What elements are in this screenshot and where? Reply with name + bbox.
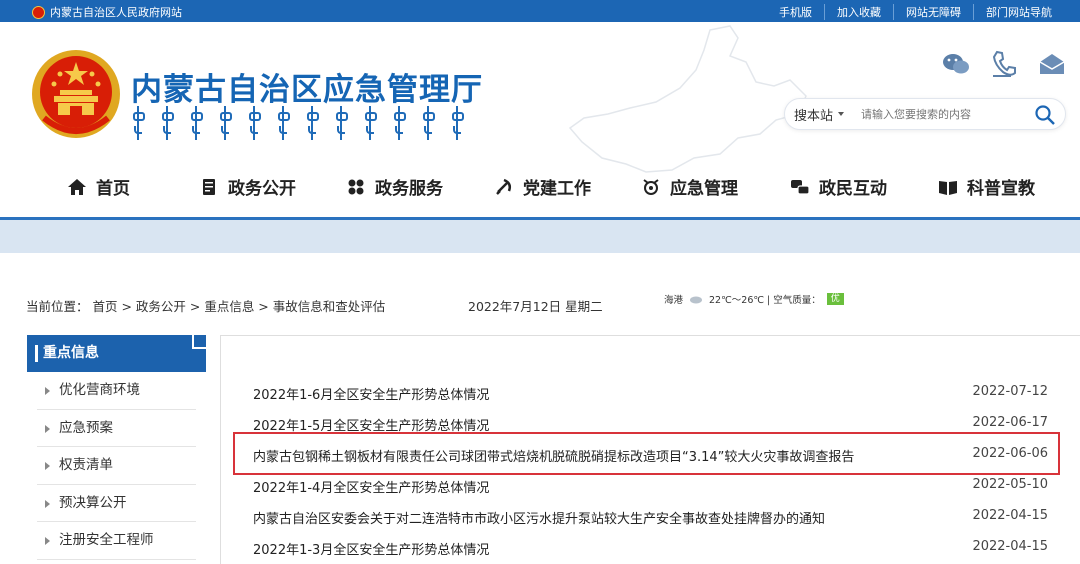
- air-quality-badge: 优: [826, 293, 844, 305]
- interaction-icon: [791, 179, 810, 195]
- mail-icon[interactable]: [1036, 48, 1068, 80]
- party-icon: [496, 178, 512, 195]
- article-title[interactable]: 2022年1-6月全区安全生产形势总体情况: [253, 384, 489, 403]
- list-item[interactable]: 2022年1-4月全区安全生产形势总体情况 2022-05-10: [253, 473, 1048, 497]
- chevron-down-icon: [838, 112, 845, 116]
- article-date: 2022-06-17: [972, 415, 1048, 430]
- search-icon[interactable]: [1034, 104, 1056, 126]
- nav-item-home[interactable]: 首页: [67, 174, 130, 199]
- header-tool-icons: [940, 48, 1068, 80]
- article-date: 2022-07-12: [972, 384, 1048, 399]
- nav-item-public-interaction[interactable]: 政民互动: [790, 174, 887, 199]
- accessibility-link[interactable]: 网站无障碍: [893, 4, 973, 20]
- wechat-icon[interactable]: [940, 48, 972, 80]
- sidebar-item-label: 权责清单: [59, 457, 113, 473]
- article-title[interactable]: 2022年1-4月全区安全生产形势总体情况: [253, 477, 489, 496]
- sidebar: 重点信息 优化营商环境 应急预案 权责清单 预决算公开 注册安全工程师: [27, 335, 206, 564]
- location-bar: 当前位置： 首页 > 政务公开 > 重点信息 > 事故信息和查处评估 2022年…: [26, 293, 1076, 315]
- chevron-right-icon: [45, 537, 50, 545]
- search-input[interactable]: [861, 107, 1021, 121]
- nav-item-label: 党建工作: [523, 179, 591, 199]
- national-emblem: [32, 50, 120, 138]
- nav-item-emergency-mgmt[interactable]: 应急管理: [641, 174, 738, 199]
- chevron-right-icon: [45, 462, 50, 470]
- national-emblem-icon: [32, 5, 45, 19]
- nav-item-label: 政务公开: [228, 179, 296, 199]
- sidebar-item-label: 应急预案: [59, 419, 113, 436]
- sidebar-item-safety-engineer[interactable]: 注册安全工程师: [37, 522, 196, 560]
- add-favorite-link[interactable]: 加入收藏: [824, 4, 893, 20]
- gov-site-link[interactable]: 内蒙古自治区人民政府网站: [32, 4, 182, 20]
- sidebar-item-budget[interactable]: 预决算公开: [37, 485, 196, 522]
- document-icon: [203, 178, 215, 195]
- site-search: 搜本站: [784, 98, 1066, 130]
- list-item[interactable]: 2022年1-3月全区安全生产形势总体情况 2022-04-15: [253, 535, 1048, 559]
- nav-item-label: 政民互动: [819, 179, 887, 199]
- nav-item-label: 应急管理: [670, 179, 738, 199]
- sidebar-item-label: 预决算公开: [59, 494, 127, 511]
- nav-item-science-education[interactable]: 科普宣教: [938, 174, 1035, 199]
- breadcrumb[interactable]: 当前位置： 首页 > 政务公开 > 重点信息 > 事故信息和查处评估: [26, 296, 385, 315]
- weather-city: 海港: [664, 295, 684, 306]
- chevron-right-icon: [45, 424, 50, 433]
- corner-decoration-icon: [192, 335, 206, 349]
- nav-item-party-building[interactable]: 党建工作: [494, 174, 591, 199]
- sidebar-heading: 重点信息: [27, 335, 206, 372]
- department-nav-link[interactable]: 部门网站导航: [973, 4, 1064, 20]
- list-item[interactable]: 2022年1-6月全区安全生产形势总体情况 2022-07-12: [253, 380, 1048, 404]
- chevron-right-icon: [45, 387, 50, 395]
- top-links: 手机版 加入收藏 网站无障碍 部门网站导航: [767, 4, 1064, 20]
- home-icon: [68, 178, 86, 195]
- weather-widget: 海港 22℃～26℃ | 空气质量： 优: [664, 292, 844, 306]
- search-scope-select[interactable]: 搜本站: [785, 105, 861, 124]
- sidebar-item-label: 注册安全工程师: [59, 532, 154, 548]
- mobile-version-link[interactable]: 手机版: [767, 4, 824, 20]
- search-scope-label: 搜本站: [794, 108, 834, 124]
- sidebar-item-business-environment[interactable]: 优化营商环境: [37, 372, 196, 410]
- chevron-right-icon: [45, 499, 50, 508]
- sidebar-heading-label: 重点信息: [43, 345, 99, 361]
- main-nav: 首页 政务公开 政务服务 党建工作 应急管理 政民互动 科普宣教: [0, 160, 1080, 218]
- sidebar-item-power-list[interactable]: 权责清单: [37, 447, 196, 485]
- book-icon: [939, 180, 957, 195]
- cloud-icon: [690, 296, 703, 304]
- nav-item-label: 政务服务: [375, 179, 443, 199]
- gov-site-name: 内蒙古自治区人民政府网站: [50, 6, 182, 19]
- sidebar-item-label: 优化营商环境: [59, 382, 140, 398]
- nav-item-label: 首页: [96, 179, 130, 199]
- nav-item-label: 科普宣教: [967, 179, 1035, 199]
- article-date: 2022-04-15: [972, 539, 1048, 554]
- grid-icon: [348, 179, 364, 194]
- nav-item-gov-affairs[interactable]: 政务公开: [199, 174, 296, 199]
- article-date: 2022-04-15: [972, 508, 1048, 523]
- mongolian-script-title: [133, 106, 464, 140]
- top-utility-bar: 内蒙古自治区人民政府网站 手机版 加入收藏 网站无障碍 部门网站导航: [0, 0, 1080, 22]
- article-title[interactable]: 2022年1-3月全区安全生产形势总体情况: [253, 539, 489, 558]
- article-title[interactable]: 内蒙古自治区安委会关于对二连浩特市市政小区污水提升泵站较大生产安全事故查处挂牌督…: [253, 508, 825, 527]
- current-date: 2022年7月12日 星期二: [468, 299, 603, 314]
- article-date: 2022-05-10: [972, 477, 1048, 492]
- sidebar-item-emergency-plans[interactable]: 应急预案: [37, 410, 196, 447]
- phone-icon[interactable]: [988, 48, 1020, 80]
- highlight-box: [233, 432, 1060, 475]
- site-title: 内蒙古自治区应急管理厅: [131, 72, 483, 108]
- weather-temperature: 22℃～26℃ | 空气质量：: [709, 295, 821, 306]
- banner-band: [0, 220, 1080, 253]
- list-item[interactable]: 内蒙古自治区安委会关于对二连浩特市市政小区污水提升泵站较大生产安全事故查处挂牌督…: [253, 504, 1048, 528]
- nav-item-gov-services[interactable]: 政务服务: [346, 174, 443, 199]
- emergency-icon: [643, 178, 659, 195]
